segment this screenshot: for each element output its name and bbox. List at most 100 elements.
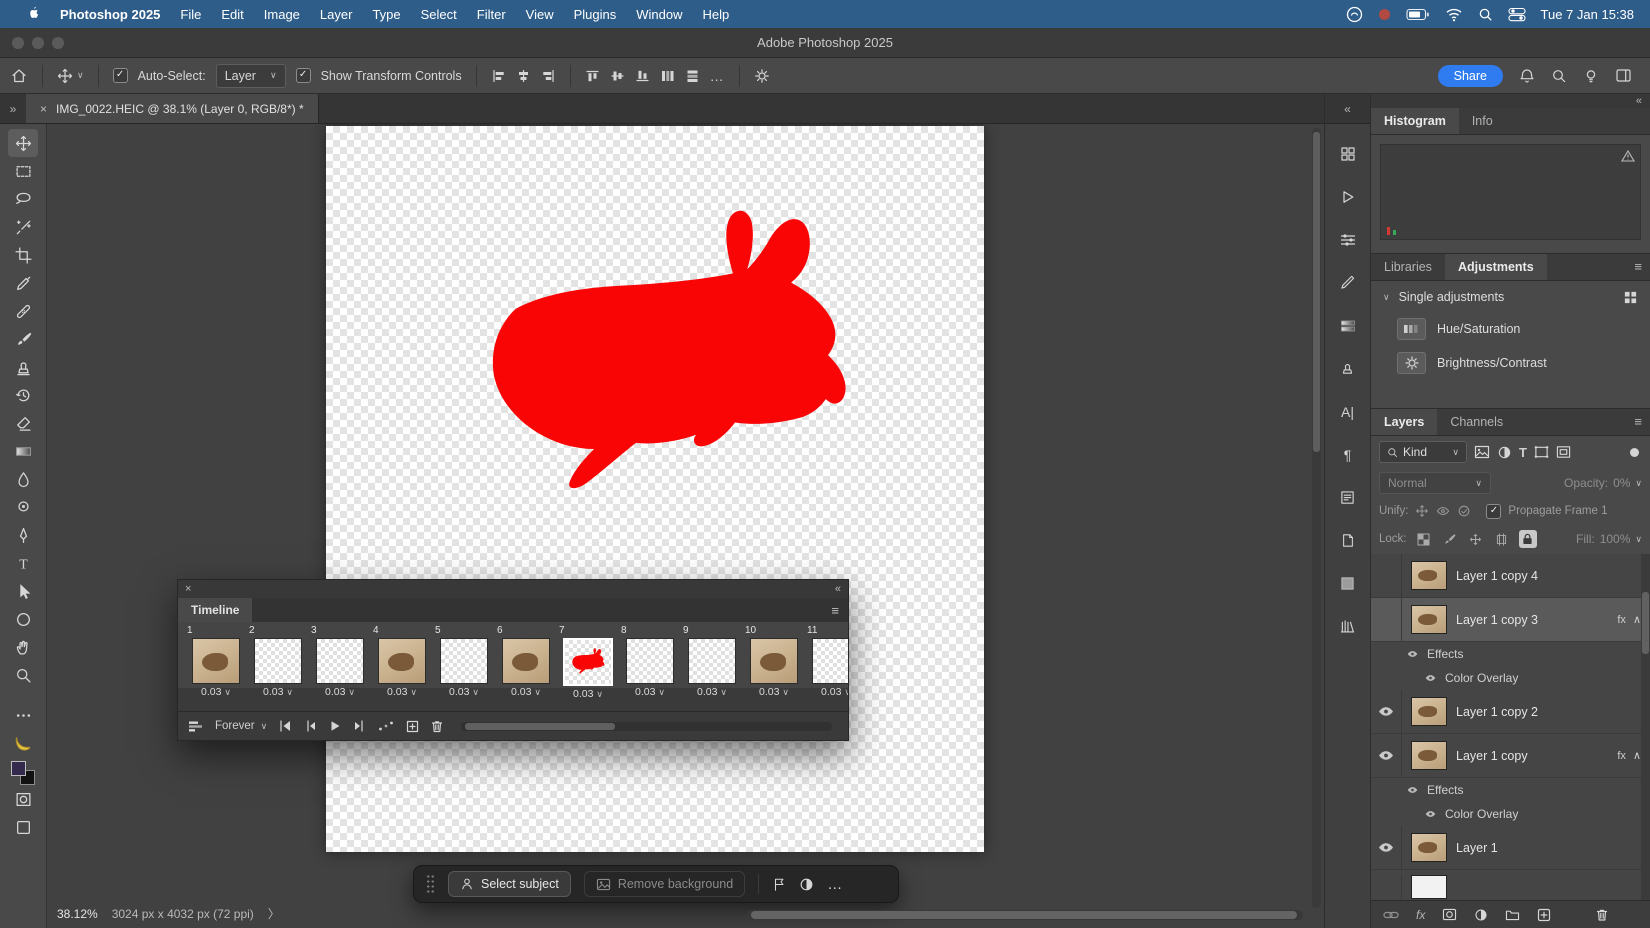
delete-frame-icon[interactable] [431,720,443,733]
frame-duration[interactable]: 0.03∨ [325,684,355,700]
path-selection-tool[interactable] [8,577,38,605]
align-left-icon[interactable] [491,69,506,83]
menu-plugins[interactable]: Plugins [564,7,627,22]
vertical-scrollbar[interactable] [1312,128,1321,908]
color-panel-icon[interactable] [1333,570,1363,597]
layer-row-partial[interactable] [1371,870,1650,900]
character-panel-icon[interactable]: A| [1333,398,1363,425]
actions-panel-icon[interactable] [1333,183,1363,210]
menu-file[interactable]: File [170,7,211,22]
unify-style-icon[interactable] [1457,504,1471,518]
visibility-toggle[interactable] [1371,690,1402,733]
close-tab-icon[interactable]: × [40,102,47,116]
gradients-panel-icon[interactable] [1333,312,1363,339]
panel-menu-icon[interactable]: ≡ [1634,414,1642,429]
home-icon[interactable] [10,67,28,85]
drag-handle[interactable] [426,874,435,894]
visibility-toggle[interactable] [1371,734,1402,777]
timeline-frame[interactable]: 110.03∨ [805,625,848,711]
timeline-frame[interactable]: 50.03∨ [433,625,495,711]
edit-toolbar-icon[interactable] [8,701,38,729]
zoom-level[interactable]: 38.12% [57,907,98,921]
menubar-clock[interactable]: Tue 7 Jan 15:38 [1541,7,1634,22]
add-layer-mask-icon[interactable] [1442,908,1457,921]
close-panel-icon[interactable]: × [185,583,191,595]
layer-name[interactable]: Layer 1 [1456,841,1498,855]
convert-to-video-timeline-icon[interactable] [188,720,203,733]
document-canvas[interactable] [326,126,984,852]
filter-toggle[interactable] [1630,448,1639,457]
tab-info[interactable]: Info [1459,108,1506,134]
next-frame-icon[interactable] [353,720,366,732]
add-adjustment-layer-icon[interactable] [1474,908,1488,922]
timeline-frame[interactable]: 60.03∨ [495,625,557,711]
workspace-switcher-icon[interactable] [1615,68,1632,83]
contextual-taskbar[interactable]: Select subject Remove background … [413,865,899,903]
layer-name[interactable]: Layer 1 copy 2 [1456,705,1538,719]
menubar-app-name[interactable]: Photoshop 2025 [50,7,170,22]
menu-type[interactable]: Type [362,7,410,22]
layer-thumbnail[interactable] [1411,561,1447,590]
panel-menu-icon[interactable]: ≡ [1634,259,1642,274]
align-top-icon[interactable] [585,69,600,83]
layer-thumbnail[interactable] [1411,875,1447,899]
filter-adjustment-layers-icon[interactable] [1497,445,1512,460]
align-right-icon[interactable] [541,69,556,83]
filter-type-layers-icon[interactable]: T [1519,445,1527,460]
menu-filter[interactable]: Filter [467,7,516,22]
tab-adjustments[interactable]: Adjustments [1445,254,1547,280]
tab-channels[interactable]: Channels [1437,409,1516,435]
lock-all-icon[interactable] [1519,530,1537,548]
zoom-window-button[interactable] [52,37,64,49]
banana-tool-icon[interactable] [8,729,38,757]
visibility-toggle[interactable] [1371,875,1402,900]
effects-row[interactable]: Effects [1371,642,1650,666]
visibility-toggle[interactable] [1371,554,1402,597]
align-middle-vertical-icon[interactable] [610,69,625,83]
frame-duration[interactable]: 0.03∨ [201,684,231,700]
frame-duration[interactable]: 0.03∨ [511,684,541,700]
rectangular-marquee-tool[interactable] [8,157,38,185]
expand-panel-icon[interactable]: » [0,94,26,123]
menu-view[interactable]: View [516,7,564,22]
layer-name[interactable]: Layer 1 copy 4 [1456,569,1538,583]
panel-menu-icon[interactable]: ≡ [822,598,848,622]
delete-layer-icon[interactable] [1596,908,1608,922]
add-layer-style-icon[interactable]: fx [1416,908,1425,922]
grid-view-icon[interactable] [1623,290,1638,305]
hand-tool[interactable] [8,633,38,661]
frame-thumbnail[interactable] [316,638,364,684]
collapse-panel-icon[interactable]: « [835,583,841,595]
adjustment-hue-saturation[interactable]: Hue/Saturation [1371,312,1650,346]
unify-position-icon[interactable] [1415,504,1429,518]
close-window-button[interactable] [12,37,24,49]
navigator-panel-icon[interactable] [1333,140,1363,167]
timeline-frame[interactable]: 20.03∨ [247,625,309,711]
layer-name[interactable]: Layer 1 copy 3 [1456,613,1538,627]
timeline-frame[interactable]: 100.03∨ [743,625,805,711]
move-tool[interactable] [8,129,38,157]
align-bottom-icon[interactable] [635,69,650,83]
styles-panel-icon[interactable] [1333,269,1363,296]
flag-icon[interactable] [772,877,786,892]
layer-row[interactable]: Layer 1 copy 4 fx∧ [1371,554,1650,598]
type-tool[interactable]: T [8,549,38,577]
propagate-frame-checkbox[interactable]: ✓ [1486,504,1501,519]
eraser-tool[interactable] [8,409,38,437]
menu-edit[interactable]: Edit [211,7,253,22]
frame-thumbnail[interactable] [192,638,240,684]
wifi-icon[interactable] [1445,7,1463,22]
notifications-bell-icon[interactable] [1519,68,1535,84]
tab-histogram[interactable]: Histogram [1371,108,1459,134]
new-layer-icon[interactable] [1537,908,1551,922]
history-brush-tool[interactable] [8,381,38,409]
adjustment-brightness-contrast[interactable]: Brightness/Contrast [1371,346,1650,380]
crop-tool[interactable] [8,241,38,269]
align-center-horizontal-icon[interactable] [516,69,531,83]
layer-thumbnail[interactable] [1411,833,1447,862]
zoom-tool[interactable] [8,661,38,689]
menu-layer[interactable]: Layer [310,7,363,22]
paragraph-panel-icon[interactable]: ¶ [1333,441,1363,468]
filter-shape-layers-icon[interactable] [1534,445,1549,459]
effects-row[interactable]: Effects [1371,778,1650,802]
